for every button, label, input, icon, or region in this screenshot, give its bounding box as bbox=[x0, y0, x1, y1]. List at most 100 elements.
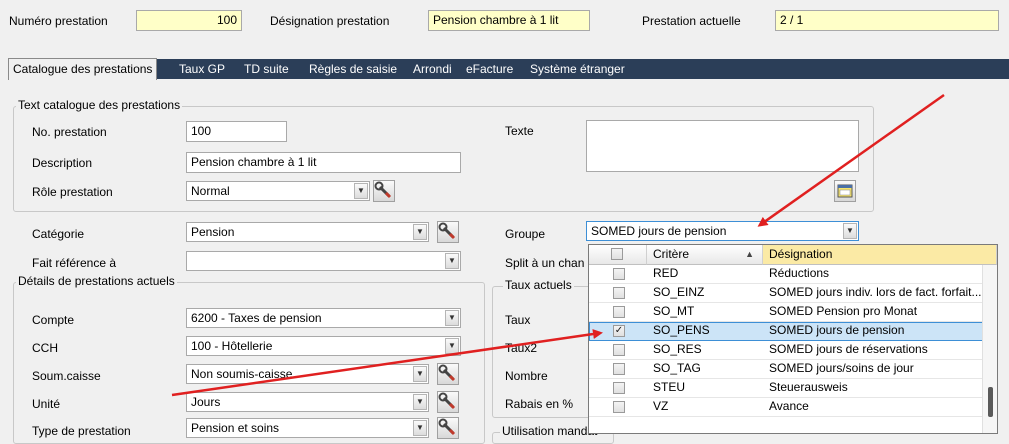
calendar-icon bbox=[837, 184, 853, 198]
taux-group-title: Taux actuels bbox=[503, 278, 574, 292]
utilisation-group-title: Utilisation mandat bbox=[500, 424, 600, 438]
chevron-down-icon[interactable]: ▼ bbox=[445, 338, 459, 354]
compte-label: Compte bbox=[32, 313, 75, 327]
tab-catalogue-prestations[interactable]: Catalogue des prestations bbox=[8, 58, 158, 80]
critere-cell: STEU bbox=[653, 380, 686, 394]
unite-edit-button[interactable] bbox=[437, 391, 459, 413]
numero-prestation-field[interactable]: 100 bbox=[136, 10, 242, 31]
chevron-down-icon[interactable]: ▼ bbox=[413, 224, 427, 240]
critere-cell: SO_EINZ bbox=[653, 285, 705, 299]
role-edit-button[interactable] bbox=[373, 180, 395, 202]
groupe-label: Groupe bbox=[505, 227, 546, 241]
designation-cell: Réductions bbox=[769, 266, 830, 280]
row-checkbox[interactable] bbox=[613, 401, 625, 413]
texte-calendar-button[interactable] bbox=[834, 180, 856, 202]
row-checkbox-checked[interactable]: ✓ bbox=[613, 325, 625, 337]
header-checkbox-col[interactable] bbox=[589, 245, 647, 265]
sort-asc-icon: ▲ bbox=[745, 249, 754, 259]
wrench-icon bbox=[438, 364, 456, 382]
designation-cell: Steuerausweis bbox=[769, 380, 848, 394]
unite-value: Jours bbox=[191, 395, 221, 409]
cch-label: CCH bbox=[32, 341, 58, 355]
row-checkbox[interactable] bbox=[613, 382, 625, 394]
list-item[interactable]: SO_MT SOMED Pension pro Monat bbox=[589, 303, 997, 322]
wrench-icon bbox=[438, 222, 456, 240]
column-header-critere[interactable]: Critère ▲ bbox=[647, 245, 763, 265]
chevron-down-icon[interactable]: ▼ bbox=[413, 394, 427, 410]
row-checkbox[interactable] bbox=[613, 344, 625, 356]
compte-select[interactable]: 6200 - Taxes de pension ▼ bbox=[186, 308, 461, 328]
designation-cell: SOMED jours/soins de jour bbox=[769, 361, 914, 375]
column-header-designation[interactable]: Désignation bbox=[763, 245, 997, 265]
no-prestation-label: No. prestation bbox=[32, 125, 107, 139]
tab-td-suite[interactable]: TD suite bbox=[244, 59, 289, 79]
groupe-dropdown-list[interactable]: Critère ▲ Désignation RED Réductions SO_… bbox=[588, 244, 998, 434]
designation-cell: SOMED jours de réservations bbox=[769, 342, 928, 356]
role-prestation-select[interactable]: Normal ▼ bbox=[186, 181, 370, 201]
list-item[interactable]: VZ Avance bbox=[589, 398, 997, 417]
unite-label: Unité bbox=[32, 397, 61, 411]
chevron-down-icon[interactable]: ▼ bbox=[354, 183, 368, 199]
prestation-actuelle-label: Prestation actuelle bbox=[642, 14, 741, 28]
critere-cell: SO_TAG bbox=[653, 361, 701, 375]
cch-select[interactable]: 100 - Hôtellerie ▼ bbox=[186, 336, 461, 356]
description-label: Description bbox=[32, 156, 93, 170]
unite-select[interactable]: Jours ▼ bbox=[186, 392, 429, 412]
designation-prestation-label: Désignation prestation bbox=[270, 14, 390, 28]
fait-reference-select[interactable]: ▼ bbox=[186, 251, 461, 271]
catalogue-group-title: Text catalogue des prestations bbox=[16, 98, 183, 112]
prestation-actuelle-field[interactable]: 2 / 1 bbox=[775, 10, 999, 31]
description-input[interactable]: Pension chambre à 1 lit bbox=[186, 152, 461, 173]
role-prestation-value: Normal bbox=[191, 184, 230, 198]
details-group-title: Détails de prestations actuels bbox=[16, 274, 177, 288]
soum-caisse-edit-button[interactable] bbox=[437, 363, 459, 385]
type-prestation-select[interactable]: Pension et soins ▼ bbox=[186, 418, 429, 438]
chevron-down-icon[interactable]: ▼ bbox=[445, 310, 459, 326]
chevron-down-icon[interactable]: ▼ bbox=[413, 366, 427, 382]
categorie-select[interactable]: Pension ▼ bbox=[186, 222, 429, 242]
designation-cell: SOMED jours de pension bbox=[769, 323, 905, 337]
texte-textarea[interactable] bbox=[586, 120, 859, 172]
categorie-edit-button[interactable] bbox=[437, 221, 459, 243]
categorie-value: Pension bbox=[191, 225, 235, 239]
type-prestation-edit-button[interactable] bbox=[437, 417, 459, 439]
texte-label: Texte bbox=[505, 124, 534, 138]
row-checkbox[interactable] bbox=[613, 306, 625, 318]
tab-regles-saisie[interactable]: Règles de saisie bbox=[309, 59, 397, 79]
scrollbar-thumb[interactable] bbox=[988, 387, 993, 417]
dropdown-scrollbar[interactable] bbox=[982, 265, 997, 433]
fait-reference-label: Fait référence à bbox=[32, 256, 117, 270]
soum-caisse-select[interactable]: Non soumis-caisse ▼ bbox=[186, 364, 429, 384]
critere-cell: VZ bbox=[653, 399, 669, 413]
designation-prestation-field[interactable]: Pension chambre à 1 lit bbox=[428, 10, 590, 31]
list-item-selected[interactable]: ✓ SO_PENS SOMED jours de pension bbox=[589, 322, 997, 341]
wrench-icon bbox=[438, 418, 456, 436]
split-label: Split à un chan bbox=[505, 256, 585, 270]
list-item[interactable]: SO_TAG SOMED jours/soins de jour bbox=[589, 360, 997, 379]
select-all-checkbox[interactable] bbox=[611, 248, 623, 260]
designation-cell: Avance bbox=[769, 399, 809, 413]
critere-cell: RED bbox=[653, 266, 679, 280]
list-item[interactable]: STEU Steuerausweis bbox=[589, 379, 997, 398]
groupe-select[interactable]: SOMED jours de pension ▼ bbox=[586, 221, 859, 241]
list-item[interactable]: SO_RES SOMED jours de réservations bbox=[589, 341, 997, 360]
compte-value: 6200 - Taxes de pension bbox=[191, 311, 322, 325]
row-checkbox[interactable] bbox=[613, 363, 625, 375]
tab-efacture[interactable]: eFacture bbox=[466, 59, 513, 79]
no-prestation-input[interactable]: 100 bbox=[186, 121, 287, 142]
nombre-label: Nombre bbox=[505, 369, 548, 383]
categorie-label: Catégorie bbox=[32, 227, 85, 241]
list-item[interactable]: SO_EINZ SOMED jours indiv. lors de fact.… bbox=[589, 284, 997, 303]
row-checkbox[interactable] bbox=[613, 287, 625, 299]
tab-systeme-etranger[interactable]: Système étranger bbox=[530, 59, 625, 79]
list-item[interactable]: RED Réductions bbox=[589, 265, 997, 284]
tab-taux-gp[interactable]: Taux GP bbox=[179, 59, 225, 79]
role-prestation-label: Rôle prestation bbox=[32, 185, 113, 199]
chevron-down-icon[interactable]: ▼ bbox=[445, 253, 459, 269]
tab-arrondi[interactable]: Arrondi bbox=[413, 59, 452, 79]
chevron-down-icon[interactable]: ▼ bbox=[843, 223, 857, 239]
designation-cell: SOMED jours indiv. lors de fact. forfait… bbox=[769, 285, 981, 299]
wrench-icon bbox=[374, 181, 392, 199]
critere-cell: SO_PENS bbox=[653, 323, 710, 337]
row-checkbox[interactable] bbox=[613, 268, 625, 280]
